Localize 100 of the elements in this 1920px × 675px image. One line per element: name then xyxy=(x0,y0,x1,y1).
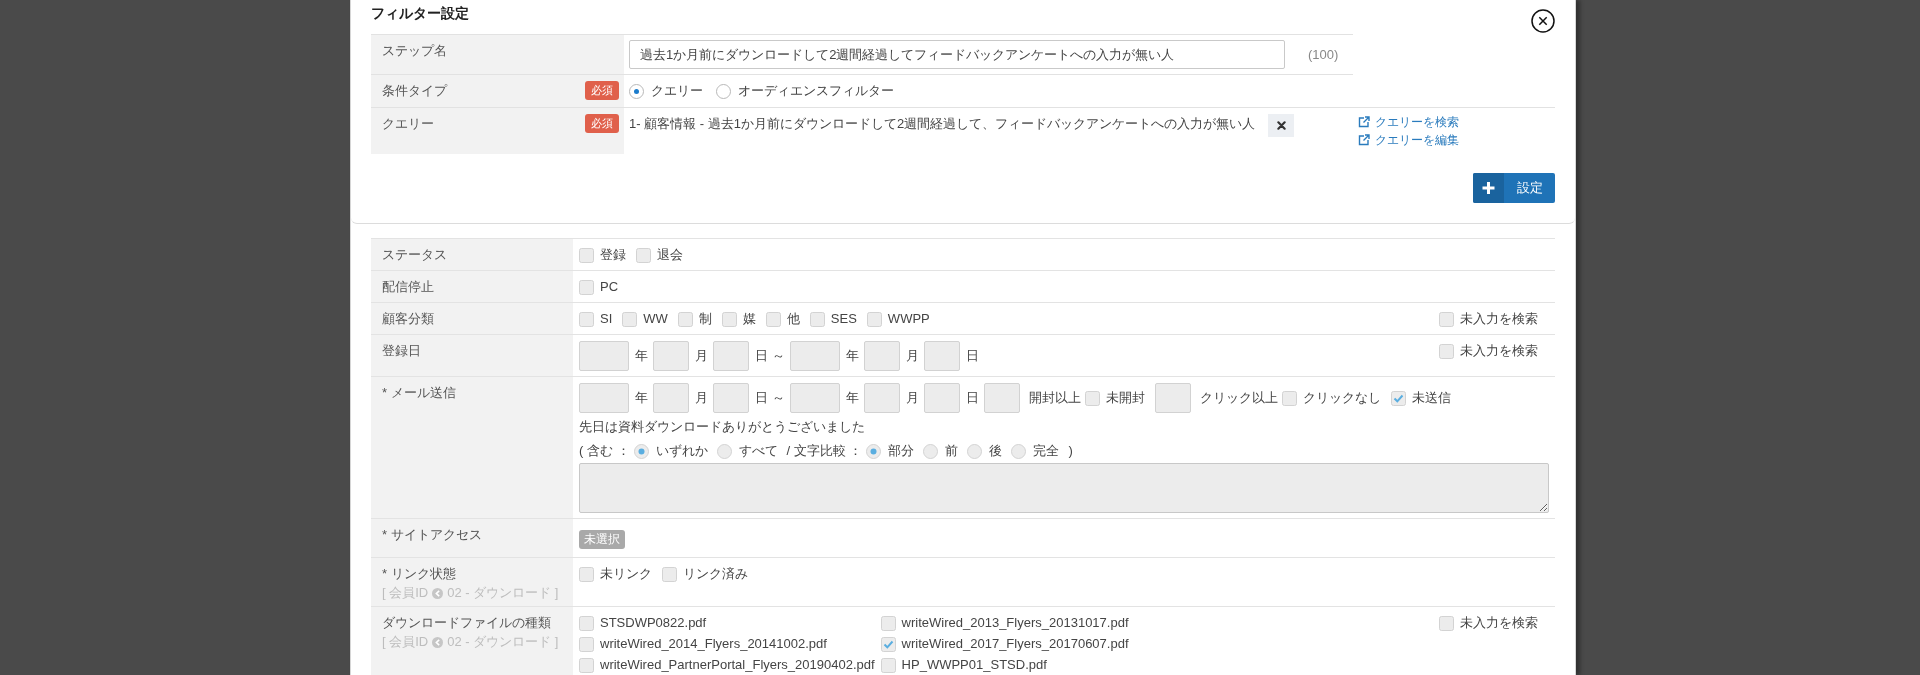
checkbox[interactable] xyxy=(809,311,825,327)
checkbox-label[interactable]: 未リンク xyxy=(600,564,652,584)
radio-label[interactable]: オーディエンスフィルター xyxy=(738,81,894,101)
set-button[interactable]: 設定 xyxy=(1473,173,1555,203)
count-field[interactable] xyxy=(984,383,1020,413)
step-name-field[interactable]: 過去1か月前にダウンロードして2週間経過してフィードバックアンケートへの入力が無い人 xyxy=(629,40,1285,69)
field-label: * サイトアクセス xyxy=(382,527,482,542)
date-field[interactable] xyxy=(713,341,749,371)
radio-label[interactable]: 部分 xyxy=(888,441,915,461)
checkbox[interactable] xyxy=(880,657,896,673)
checkbox[interactable] xyxy=(622,311,638,327)
date-field[interactable] xyxy=(653,341,689,371)
checkbox-label[interactable]: writeWired_PartnerPortal_Flyers_20190402.pdf xyxy=(600,655,875,675)
radio-button[interactable] xyxy=(716,443,732,459)
checkbox-label[interactable]: SI xyxy=(600,309,613,329)
checkbox-label[interactable]: writeWired_2013_Flyers_20131017.pdf xyxy=(901,613,1129,633)
date-unit-label: 日 xyxy=(966,389,979,407)
checkbox-label[interactable]: HP_WWPP01_STSD.pdf xyxy=(901,655,1047,675)
checkbox[interactable] xyxy=(765,311,781,327)
radio-button[interactable] xyxy=(629,83,644,99)
date-unit-label: 日 xyxy=(966,347,979,365)
query-text: 1- 顧客情報 - 過去1か月前にダウンロードして2週間経過して、フィードバックアンケートへの入力が無い人 xyxy=(629,115,1256,133)
checkbox[interactable] xyxy=(579,279,594,295)
checkbox-label[interactable]: 未送信 xyxy=(1412,388,1451,408)
date-field[interactable] xyxy=(924,383,960,413)
radio-label[interactable]: すべて xyxy=(738,441,778,461)
range-separator: ～ xyxy=(772,389,785,407)
checkbox-label[interactable]: STSDWP0822.pdf xyxy=(600,613,707,633)
checkbox[interactable] xyxy=(1391,390,1406,406)
checkbox-label[interactable]: 未入力を検索 xyxy=(1460,613,1538,633)
date-field[interactable] xyxy=(790,341,840,371)
checkbox[interactable] xyxy=(880,615,896,631)
checkbox[interactable] xyxy=(677,311,693,327)
checkbox[interactable] xyxy=(579,615,594,631)
date-field[interactable] xyxy=(790,383,840,413)
checkbox-label[interactable]: 未開封 xyxy=(1106,388,1145,408)
radio-button[interactable] xyxy=(716,83,731,99)
date-field[interactable] xyxy=(653,383,689,413)
checkbox[interactable] xyxy=(636,247,651,263)
radio-button[interactable] xyxy=(967,443,983,459)
arrow-left-circle-icon xyxy=(432,587,444,599)
checkbox[interactable] xyxy=(1085,390,1100,406)
clear-button[interactable] xyxy=(1268,114,1295,137)
date-field[interactable] xyxy=(579,341,629,371)
date-field[interactable] xyxy=(713,383,749,413)
query-link[interactable]: クエリーを編集 xyxy=(1358,131,1550,149)
radio-button[interactable] xyxy=(633,443,649,459)
close-icon xyxy=(1276,121,1286,130)
checkbox-label[interactable]: WW xyxy=(643,309,668,329)
checkbox[interactable] xyxy=(1439,311,1454,327)
checkbox-label[interactable]: クリックなし xyxy=(1303,388,1381,408)
required-badge: 必須 xyxy=(585,114,619,133)
date-field[interactable] xyxy=(864,341,900,371)
checkbox[interactable] xyxy=(880,636,896,652)
query-link[interactable]: クエリーを検索 xyxy=(1358,113,1550,131)
field-label: ダウンロードファイルの種類 xyxy=(382,615,551,630)
required-badge: 必須 xyxy=(585,81,619,100)
checkbox-label[interactable]: リンク済み xyxy=(683,564,748,584)
checkbox-label[interactable]: 未入力を検索 xyxy=(1460,341,1538,361)
checkbox[interactable] xyxy=(1439,615,1454,631)
checkbox[interactable] xyxy=(579,566,594,582)
checkbox-label[interactable]: 他 xyxy=(786,309,800,329)
checkbox-label[interactable]: writeWired_2017_Flyers_20170607.pdf xyxy=(901,634,1129,654)
checkbox[interactable] xyxy=(721,311,737,327)
date-field[interactable] xyxy=(924,341,960,371)
checkbox[interactable] xyxy=(579,247,594,263)
text-area-field[interactable] xyxy=(579,463,1549,513)
checkbox[interactable] xyxy=(1439,343,1454,359)
radio-label[interactable]: いずれか xyxy=(655,441,708,461)
field-label: クエリー xyxy=(382,115,434,133)
date-field[interactable] xyxy=(579,383,629,413)
checkbox[interactable] xyxy=(1282,390,1297,406)
checkbox-label[interactable]: SES xyxy=(830,309,857,329)
date-field[interactable] xyxy=(864,383,900,413)
radio-label[interactable]: 後 xyxy=(989,441,1003,461)
checkbox-label[interactable]: 登録 xyxy=(600,245,626,265)
radio-button[interactable] xyxy=(1011,443,1027,459)
field-label: 配信停止 xyxy=(382,279,434,294)
field-label: * メール送信 xyxy=(382,385,456,400)
checkbox[interactable] xyxy=(579,311,594,327)
checkbox-label[interactable]: PC xyxy=(600,277,619,297)
checkbox[interactable] xyxy=(579,657,594,673)
radio-label[interactable]: 前 xyxy=(945,441,959,461)
count-field[interactable] xyxy=(1155,383,1191,413)
radio-label[interactable]: 完全 xyxy=(1033,441,1060,461)
radio-button[interactable] xyxy=(923,443,939,459)
checkbox-label[interactable]: 制 xyxy=(698,309,712,329)
checkbox[interactable] xyxy=(866,311,882,327)
date-unit-label: 年 xyxy=(846,389,859,407)
checkbox-label[interactable]: writeWired_2014_Flyers_20141002.pdf xyxy=(600,634,827,654)
checkbox-label[interactable]: WWPP xyxy=(887,309,930,329)
radio-button[interactable] xyxy=(866,443,882,459)
checkbox-label[interactable]: 媒 xyxy=(742,309,756,329)
close-icon[interactable] xyxy=(1531,9,1555,33)
checkbox[interactable] xyxy=(579,636,594,652)
checkbox-label[interactable]: 退会 xyxy=(657,245,683,265)
checkbox-label[interactable]: 未入力を検索 xyxy=(1460,309,1538,329)
radio-label[interactable]: クエリー xyxy=(651,81,703,101)
date-unit-label: 日 xyxy=(755,347,768,365)
checkbox[interactable] xyxy=(662,566,677,582)
